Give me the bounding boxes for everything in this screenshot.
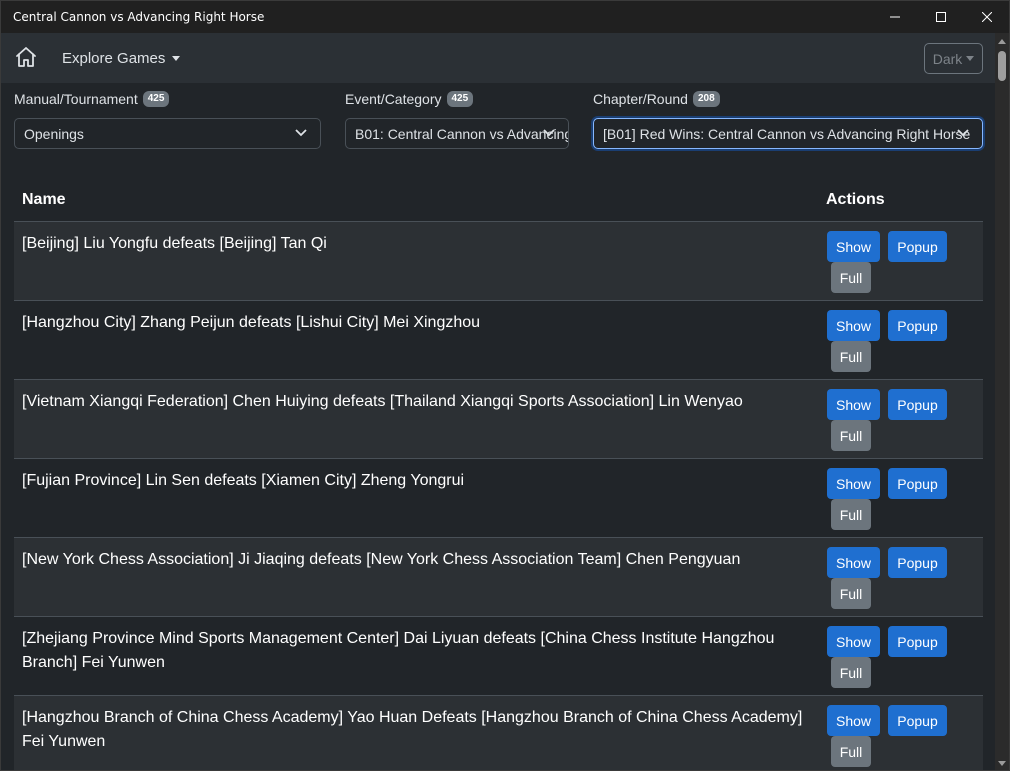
count-badge: 425 (446, 91, 474, 107)
popup-button[interactable]: Popup (888, 468, 947, 499)
show-button[interactable]: Show (827, 310, 880, 341)
show-button[interactable]: Show (827, 626, 880, 657)
game-name: [Beijing] Liu Yongfu defeats [Beijing] T… (22, 235, 327, 252)
games-table: Name Actions [Beijing] Liu Yongfu defeat… (14, 181, 983, 770)
vertical-scrollbar[interactable] (995, 33, 1009, 770)
show-button[interactable]: Show (827, 231, 880, 262)
home-icon[interactable] (14, 45, 38, 69)
app-window: Central Cannon vs Advancing Right Horse … (0, 0, 1010, 771)
full-button[interactable]: Full (831, 341, 871, 372)
full-button[interactable]: Full (831, 262, 871, 293)
count-badge: 425 (142, 91, 170, 107)
maximize-button[interactable] (918, 1, 964, 33)
maximize-icon (936, 12, 946, 22)
close-button[interactable] (964, 1, 1009, 33)
chapter-label-text: Chapter/Round (593, 91, 688, 107)
show-button[interactable]: Show (827, 468, 880, 499)
full-button[interactable]: Full (831, 420, 871, 451)
popup-button[interactable]: Popup (888, 626, 947, 657)
popup-button[interactable]: Popup (888, 231, 947, 262)
show-button[interactable]: Show (827, 389, 880, 420)
caret-down-icon (172, 56, 181, 61)
popup-button[interactable]: Popup (888, 705, 947, 736)
theme-label: Dark (932, 50, 963, 67)
popup-button[interactable]: Popup (888, 310, 947, 341)
chevron-down-icon (957, 129, 969, 137)
scroll-thumb[interactable] (998, 51, 1006, 81)
full-button[interactable]: Full (831, 736, 871, 767)
table-row: [New York Chess Association] Ji Jiaqing … (14, 538, 983, 617)
table-row: [Zhejiang Province Mind Sports Managemen… (14, 617, 983, 696)
explore-games-label: Explore Games (62, 50, 166, 67)
table-row: [Vietnam Xiangqi Federation] Chen Huiyin… (14, 380, 983, 459)
manual-tournament-select[interactable]: Openings (14, 118, 321, 149)
game-name: [Hangzhou Branch of China Chess Academy]… (22, 709, 803, 750)
full-button[interactable]: Full (831, 499, 871, 530)
table-row: [Hangzhou Branch of China Chess Academy]… (14, 696, 983, 770)
chevron-down-icon (295, 129, 307, 137)
count-badge: 208 (692, 91, 720, 107)
minimize-button[interactable] (872, 1, 918, 33)
game-name: [New York Chess Association] Ji Jiaqing … (22, 551, 741, 568)
event-category-select[interactable]: B01: Central Cannon vs Advancing Right H… (345, 118, 569, 149)
navbar: Explore Games Dark (1, 33, 995, 83)
game-name: [Zhejiang Province Mind Sports Managemen… (22, 630, 775, 671)
popup-button[interactable]: Popup (888, 547, 947, 578)
event-category-label: Event/Category 425 (345, 91, 474, 107)
manual-label-text: Manual/Tournament (14, 91, 138, 107)
game-name: [Vietnam Xiangqi Federation] Chen Huiyin… (22, 393, 743, 410)
column-header-name: Name (22, 191, 66, 208)
manual-tournament-label: Manual/Tournament 425 (14, 91, 170, 107)
popup-button[interactable]: Popup (888, 389, 947, 420)
show-button[interactable]: Show (827, 705, 880, 736)
table-row: [Beijing] Liu Yongfu defeats [Beijing] T… (14, 222, 983, 301)
select-value: Openings (24, 125, 84, 142)
scroll-up-icon[interactable] (998, 39, 1006, 44)
table-row: [Fujian Province] Lin Sen defeats [Xiame… (14, 459, 983, 538)
window-title: Central Cannon vs Advancing Right Horse (13, 10, 265, 24)
scroll-down-icon[interactable] (998, 761, 1006, 766)
show-button[interactable]: Show (827, 547, 880, 578)
explore-games-dropdown[interactable]: Explore Games (62, 50, 181, 67)
game-name: [Hangzhou City] Zhang Peijun defeats [Li… (22, 314, 481, 331)
full-button[interactable]: Full (831, 657, 871, 688)
chapter-round-label: Chapter/Round 208 (593, 91, 720, 107)
minimize-icon (890, 16, 900, 18)
column-header-actions: Actions (826, 191, 885, 208)
title-bar: Central Cannon vs Advancing Right Horse (1, 1, 1009, 33)
chapter-round-select[interactable]: [B01] Red Wins: Central Cannon vs Advanc… (593, 118, 983, 149)
table-header: Name Actions (14, 181, 983, 222)
caret-down-icon (966, 56, 975, 61)
table-row: [Hangzhou City] Zhang Peijun defeats [Li… (14, 301, 983, 380)
theme-dropdown-button[interactable]: Dark (924, 43, 983, 74)
select-value: [B01] Red Wins: Central Cannon vs Advanc… (603, 125, 971, 142)
select-value: B01: Central Cannon vs Advancing Right H… (355, 125, 569, 142)
chevron-down-icon (543, 129, 555, 137)
close-icon (982, 12, 992, 22)
game-name: [Fujian Province] Lin Sen defeats [Xiame… (22, 472, 465, 489)
full-button[interactable]: Full (831, 578, 871, 609)
event-label-text: Event/Category (345, 91, 442, 107)
